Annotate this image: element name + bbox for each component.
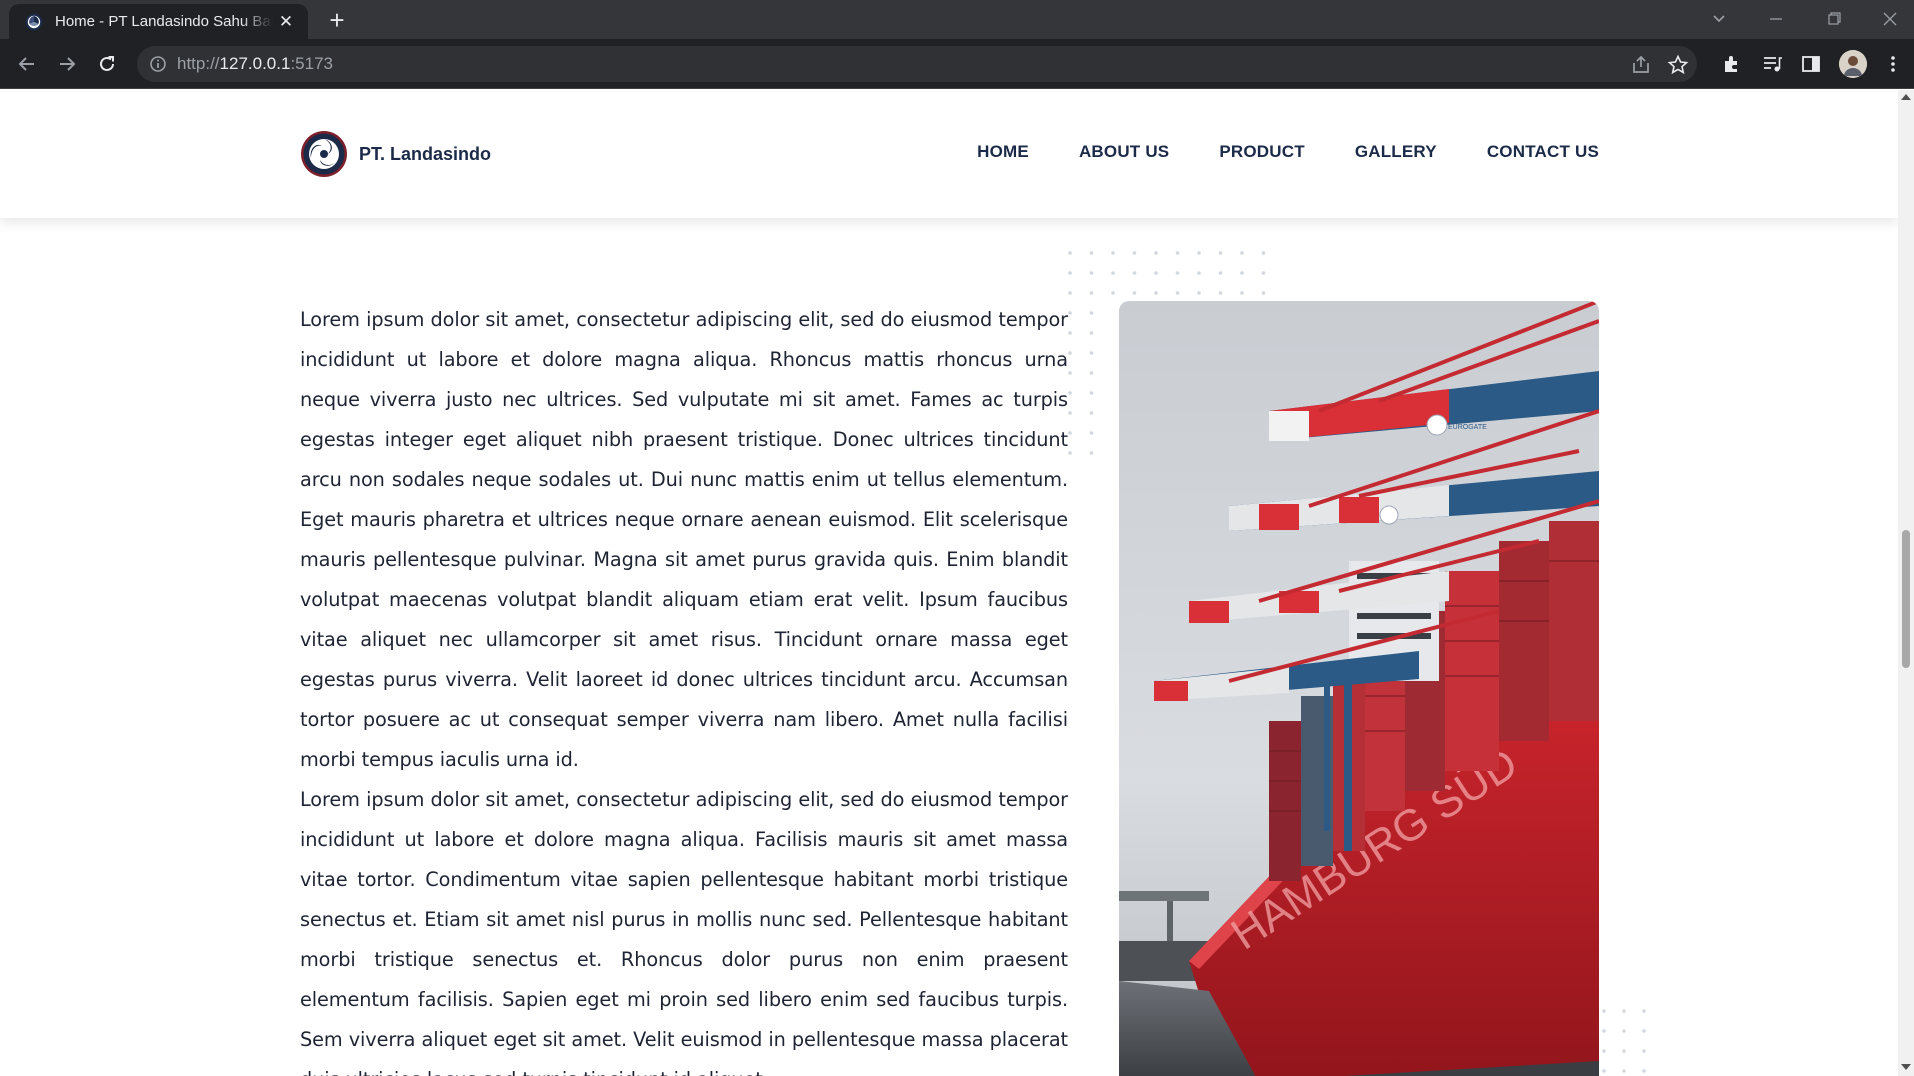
paragraph-1: Lorem ipsum dolor sit amet, consectetur … (300, 308, 1068, 771)
browser-toolbar: http://127.0.0.1:5173 (0, 39, 1914, 89)
tab-close-icon[interactable]: ✕ (276, 12, 296, 32)
main-nav: HOME ABOUT US PRODUCT GALLERY CONTACT US (927, 142, 1599, 162)
scrollbar-thumb[interactable] (1902, 530, 1910, 668)
page-viewport: PT. Landasindo HOME ABOUT US PRODUCT GAL… (0, 90, 1898, 1076)
window-close-icon[interactable] (1876, 6, 1904, 32)
nav-product[interactable]: PRODUCT (1219, 142, 1304, 162)
media-icon[interactable] (1761, 53, 1783, 75)
browser-tab-strip: Home - PT Landasindo Sahu Bara ✕ + (0, 0, 1914, 39)
site-favicon-icon (25, 13, 43, 30)
extensions-icon[interactable] (1721, 53, 1743, 75)
new-tab-button[interactable]: + (322, 6, 352, 36)
url-scheme: http:// (177, 54, 220, 73)
company-logo-icon (301, 131, 347, 177)
about-text-column: Lorem ipsum dolor sit amet, consectetur … (300, 300, 1068, 1076)
nav-about-us[interactable]: ABOUT US (1079, 142, 1169, 162)
brand-name: PT. Landasindo (359, 143, 492, 164)
url-text[interactable]: http://127.0.0.1:5173 (177, 54, 333, 74)
more-menu-icon[interactable] (1882, 53, 1904, 75)
back-arrow-icon (18, 57, 34, 71)
forward-arrow-icon (60, 57, 76, 71)
address-bar[interactable]: http://127.0.0.1:5173 (137, 46, 1697, 82)
profile-avatar[interactable] (1839, 50, 1867, 78)
cargo-ship-photo: HAMBURG SÜD EUROGATE (1119, 301, 1599, 1076)
url-host: 127.0.0.1 (219, 54, 291, 73)
profile-picture-icon (1839, 50, 1867, 78)
tab-title: Home - PT Landasindo Sahu Bara (55, 13, 273, 30)
tab-search-icon[interactable] (1705, 6, 1733, 32)
cargo-ship-illustration: HAMBURG SÜD EUROGATE (1119, 301, 1599, 1076)
paragraph-2: Lorem ipsum dolor sit amet, consectetur … (300, 788, 1068, 1076)
share-icon[interactable] (1630, 54, 1652, 76)
maximize-icon[interactable] (1819, 6, 1847, 32)
browser-tab-active[interactable]: Home - PT Landasindo Sahu Bara ✕ (9, 4, 308, 39)
nav-gallery[interactable]: GALLERY (1355, 142, 1437, 162)
reload-icon (100, 56, 114, 71)
nav-home[interactable]: HOME (977, 142, 1029, 162)
scroll-down-arrow-icon[interactable] (1901, 1064, 1911, 1070)
page-scrollbar[interactable] (1898, 90, 1914, 1076)
crane-logo-text: EUROGATE (1448, 424, 1487, 431)
side-panel-icon[interactable] (1800, 53, 1822, 75)
site-header: PT. Landasindo HOME ABOUT US PRODUCT GAL… (0, 90, 1898, 218)
back-button[interactable] (12, 49, 42, 79)
star-icon[interactable] (1667, 54, 1689, 76)
minimize-icon[interactable] (1762, 6, 1790, 32)
url-port: :5173 (290, 54, 333, 73)
dot-pattern-bottom (1602, 1009, 1646, 1073)
brand[interactable]: PT. Landasindo (300, 130, 491, 178)
scroll-up-arrow-icon[interactable] (1901, 94, 1911, 100)
info-icon[interactable] (149, 55, 167, 73)
nav-contact-us[interactable]: CONTACT US (1487, 142, 1599, 162)
forward-button[interactable] (52, 49, 82, 79)
reload-button[interactable] (92, 49, 122, 79)
